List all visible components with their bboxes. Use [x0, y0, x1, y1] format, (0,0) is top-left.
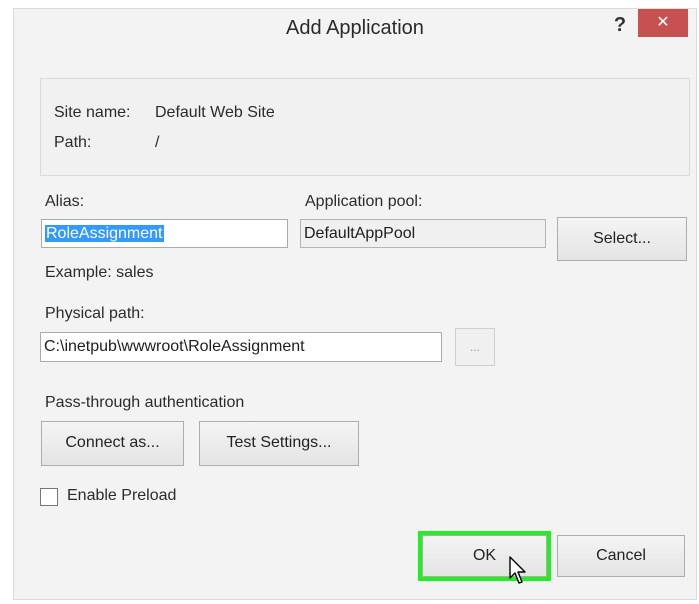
app-pool-label: Application pool: — [305, 193, 423, 210]
physical-path-label: Physical path: — [45, 305, 145, 322]
browse-button[interactable]: ... — [455, 328, 495, 366]
site-info-box — [40, 78, 690, 176]
cancel-button[interactable]: Cancel — [557, 535, 685, 577]
app-pool-field: DefaultAppPool — [300, 219, 546, 248]
dialog-title: Add Application — [286, 17, 424, 39]
mouse-cursor-icon — [509, 556, 526, 584]
alias-example: Example: sales — [45, 264, 154, 281]
path-label: Path: — [54, 134, 92, 151]
alias-value: RoleAssignment — [45, 225, 164, 242]
site-name-label: Site name: — [54, 104, 131, 121]
close-icon: ✕ — [656, 14, 670, 31]
title-bar: Add Application ? ✕ — [14, 9, 696, 49]
enable-preload-checkbox[interactable] — [40, 488, 58, 506]
site-name-value: Default Web Site — [155, 104, 275, 121]
select-app-pool-button[interactable]: Select... — [557, 217, 687, 261]
alias-label: Alias: — [45, 193, 85, 210]
close-button[interactable]: ✕ — [638, 9, 688, 37]
physical-path-input[interactable]: C:\inetpub\wwwroot\RoleAssignment — [40, 332, 442, 362]
auth-label: Pass-through authentication — [45, 394, 245, 411]
alias-input[interactable]: RoleAssignment — [41, 219, 288, 248]
test-settings-button[interactable]: Test Settings... — [199, 421, 359, 466]
path-value: / — [155, 134, 160, 151]
enable-preload-label: Enable Preload — [67, 487, 177, 504]
ok-highlight — [418, 531, 551, 581]
connect-as-button[interactable]: Connect as... — [41, 421, 184, 466]
help-button[interactable]: ? — [610, 11, 630, 39]
